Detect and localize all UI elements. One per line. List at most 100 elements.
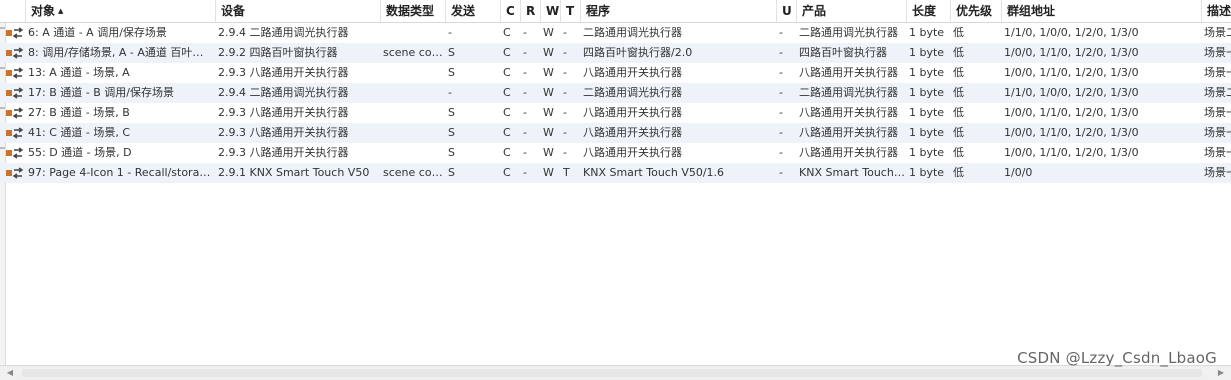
cell-send: S [448, 66, 455, 79]
cell-t: - [563, 46, 567, 59]
cell-w: W [543, 26, 554, 39]
cell-obj: 6: A 通道 - A 调用/保存场景 [28, 26, 167, 39]
cell-r: - [523, 46, 527, 59]
cell-u: - [779, 86, 783, 99]
column-header-program[interactable]: 程序 [580, 0, 776, 22]
column-header-label: T [566, 4, 575, 18]
table-row[interactable]: 97: Page 4-Icon 1 - Recall/storage s… 2.9… [0, 163, 1231, 183]
cell-product: 二路通用调光执行器 [799, 86, 898, 99]
cell-obj: 55: D 通道 - 场景, D [28, 146, 132, 159]
column-header-len[interactable]: 长度 [906, 0, 950, 22]
cell-c: C [503, 126, 511, 139]
cell-w: W [543, 86, 554, 99]
cell-desc: 场景二 [1204, 26, 1231, 39]
column-header-send[interactable]: 发送 [445, 0, 500, 22]
cell-prio: 低 [953, 66, 964, 79]
column-header-label: U [782, 4, 792, 18]
cell-send: S [448, 126, 455, 139]
horizontal-scrollbar[interactable]: ◀ ▶ [0, 365, 1231, 380]
cell-program: 四路百叶窗执行器/2.0 [583, 46, 693, 59]
cell-len: 1 byte [909, 166, 945, 179]
cell-obj: 27: B 通道 - 场景, B [28, 106, 130, 119]
cell-len: 1 byte [909, 126, 945, 139]
column-header-t[interactable]: T [560, 0, 580, 22]
group-object-icon [6, 167, 24, 179]
column-header-prio[interactable]: 优先级 [950, 0, 1001, 22]
sort-ascending-icon: ▲ [58, 7, 64, 15]
cell-obj: 8: 调用/存储场景, A - A通道 百叶… [28, 46, 204, 59]
column-header-label: 发送 [451, 4, 476, 18]
cell-obj: 41: C 通道 - 场景, C [28, 126, 131, 139]
column-header-ga[interactable]: 群组地址 [1001, 0, 1201, 22]
cell-len: 1 byte [909, 106, 945, 119]
scroll-left-icon[interactable]: ◀ [3, 366, 17, 380]
column-header-desc[interactable]: 描述 [1201, 0, 1231, 22]
cell-product: 四路百叶窗执行器 [799, 46, 887, 59]
cell-program: 八路通用开关执行器 [583, 126, 682, 139]
cell-device: 2.9.4 二路通用调光执行器 [218, 26, 349, 39]
cell-r: - [523, 86, 527, 99]
scrollbar-thumb[interactable] [22, 369, 1202, 377]
cell-t: - [563, 126, 567, 139]
cell-ga: 1/0/0 [1004, 166, 1033, 179]
cell-c: C [503, 46, 511, 59]
column-header-w[interactable]: W [540, 0, 560, 22]
cell-prio: 低 [953, 46, 964, 59]
cell-prio: 低 [953, 106, 964, 119]
column-header-label: 描述 [1207, 4, 1231, 18]
cell-r: - [523, 66, 527, 79]
cell-send: S [448, 166, 455, 179]
cell-t: - [563, 106, 567, 119]
cell-c: C [503, 106, 511, 119]
cell-t: - [563, 26, 567, 39]
cell-dtype [381, 83, 447, 103]
cell-u: - [779, 146, 783, 159]
cell-len: 1 byte [909, 46, 945, 59]
cell-c: C [503, 146, 511, 159]
table-row[interactable]: 27: B 通道 - 场景, B 2.9.3 八路通用开关执行器 S C - W - 八路通用… [0, 103, 1231, 123]
group-object-icon [6, 27, 24, 39]
cell-dtype [381, 103, 447, 123]
column-header-u[interactable]: U [776, 0, 796, 22]
table-row[interactable]: 6: A 通道 - A 调用/保存场景 2.9.4 二路通用调光执行器 - C - W - 二… [0, 23, 1231, 43]
cell-ga: 1/0/0, 1/1/0, 1/2/0, 1/3/0 [1004, 146, 1139, 159]
cell-obj: 17: B 通道 - B 调用/保存场景 [28, 86, 174, 99]
table-row[interactable]: 55: D 通道 - 场景, D 2.9.3 八路通用开关执行器 S C - W - 八路通用… [0, 143, 1231, 163]
column-header-obj[interactable]: 对象 ▲ [25, 0, 215, 22]
cell-r: - [523, 146, 527, 159]
cell-r: - [523, 166, 527, 179]
cell-obj: 13: A 通道 - 场景, A [28, 66, 130, 79]
cell-desc: 场景一 [1204, 126, 1231, 139]
cell-prio: 低 [953, 166, 964, 179]
cell-device: 2.9.1 KNX Smart Touch V50 [218, 166, 370, 179]
table-row[interactable]: 41: C 通道 - 场景, C 2.9.3 八路通用开关执行器 S C - W - 八路通用… [0, 123, 1231, 143]
column-header-r[interactable]: R [520, 0, 540, 22]
column-header-c[interactable]: C [500, 0, 520, 22]
cell-prio: 低 [953, 146, 964, 159]
cell-send: S [448, 46, 455, 59]
cell-dtype [381, 63, 447, 83]
scroll-right-icon[interactable]: ▶ [1214, 366, 1228, 380]
group-object-icon [6, 87, 24, 99]
table-row[interactable]: 17: B 通道 - B 调用/保存场景 2.9.4 二路通用调光执行器 - C - W -… [0, 83, 1231, 103]
cell-w: W [543, 106, 554, 119]
cell-device: 2.9.3 八路通用开关执行器 [218, 126, 349, 139]
column-header-device[interactable]: 设备 [215, 0, 381, 22]
cell-c: C [503, 66, 511, 79]
cell-w: W [543, 146, 554, 159]
cell-device: 2.9.3 八路通用开关执行器 [218, 146, 349, 159]
group-object-table: 对象 ▲ 设备 数据类型 发送 C R W T 程序 U 产品 长度 优先级 群组地址 描述 6: A 通道 … [0, 0, 1231, 365]
cell-len: 1 byte [909, 146, 945, 159]
table-row[interactable]: 8: 调用/存储场景, A - A通道 百叶… 2.9.2 四路百叶窗执行器 sce… [0, 43, 1231, 63]
cell-product: 八路通用开关执行器 [799, 146, 898, 159]
cell-desc: 场景一 [1204, 166, 1231, 179]
cell-program: KNX Smart Touch V50/1.6 [583, 166, 725, 179]
cell-product: 八路通用开关执行器 [799, 106, 898, 119]
cell-device: 2.9.3 八路通用开关执行器 [218, 106, 349, 119]
cell-prio: 低 [953, 126, 964, 139]
cell-desc: 场景一 [1204, 66, 1231, 79]
table-row[interactable]: 13: A 通道 - 场景, A 2.9.3 八路通用开关执行器 S C - W - 八路通用… [0, 63, 1231, 83]
column-header-dtype[interactable]: 数据类型 [380, 0, 446, 22]
cell-u: - [779, 106, 783, 119]
column-header-product[interactable]: 产品 [796, 0, 906, 22]
